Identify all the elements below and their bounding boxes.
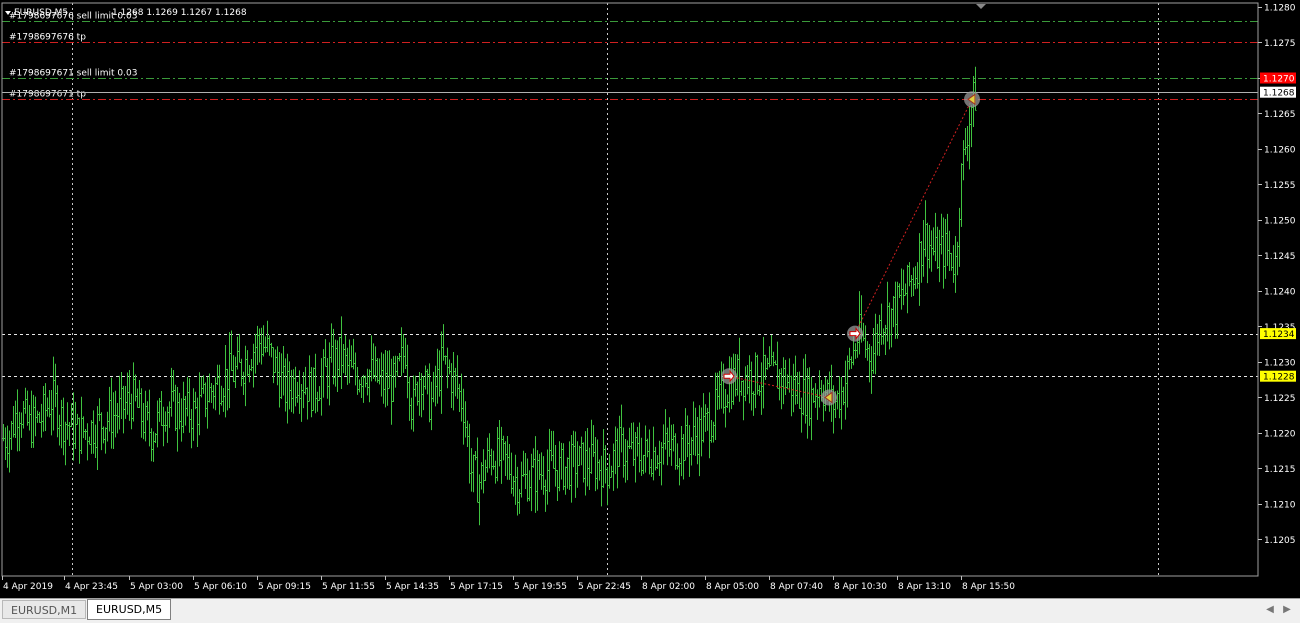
- time-tick-label: 8 Apr 13:10: [898, 582, 951, 592]
- symbol-header: EURUSD,M5: [14, 8, 68, 18]
- price-tick-label: 1.1250: [1264, 217, 1296, 227]
- order-line-label: #1798697671 sell limit 0.03: [9, 69, 137, 79]
- time-tick-label: 5 Apr 22:45: [578, 582, 631, 592]
- level-price-label: 1.1228: [1263, 373, 1295, 383]
- price-tick-label: 1.1280: [1264, 4, 1296, 14]
- time-tick-label: 5 Apr 19:55: [514, 582, 567, 592]
- tab-eurusd-m5[interactable]: EURUSD,M5: [87, 599, 171, 620]
- price-tick-label: 1.1240: [1264, 288, 1296, 298]
- time-tick-label: 8 Apr 15:50: [962, 582, 1015, 592]
- scroll-right-icon[interactable]: ▶: [1282, 603, 1292, 617]
- chart-tab-bar: EURUSD,M1 EURUSD,M5 ◀ ▶: [0, 598, 1300, 623]
- price-chart[interactable]: #1798697676 sell limit 0.03#1798697676 t…: [0, 0, 1300, 598]
- price-tick-label: 1.1210: [1264, 501, 1296, 511]
- bid-price-label: 1.1268: [1263, 89, 1295, 99]
- order-line-label: #1798697671 tp: [9, 90, 86, 100]
- price-tick-label: 1.1220: [1264, 430, 1296, 440]
- time-tick-label: 8 Apr 10:30: [834, 582, 887, 592]
- price-tick-label: 1.1245: [1264, 252, 1296, 262]
- trade-marker-icon: [847, 325, 863, 342]
- order-line-label: #1798697676 tp: [9, 33, 86, 43]
- time-tick-label: 5 Apr 14:35: [386, 582, 439, 592]
- time-tick-label: 5 Apr 09:15: [258, 582, 311, 592]
- time-tick-label: 4 Apr 2019: [3, 582, 53, 592]
- price-tick-label: 1.1225: [1264, 394, 1296, 404]
- time-tick-label: 5 Apr 11:55: [322, 582, 375, 592]
- time-tick-label: 8 Apr 02:00: [642, 582, 695, 592]
- price-tick-label: 1.1255: [1264, 181, 1296, 191]
- price-tick-label: 1.1215: [1264, 465, 1296, 475]
- time-tick-label: 8 Apr 05:00: [706, 582, 759, 592]
- time-tick-label: 5 Apr 17:15: [450, 582, 503, 592]
- chart-header: EURUSD,M5 1.1268 1.1269 1.1267 1.1268: [5, 8, 247, 18]
- scroll-left-icon[interactable]: ◀: [1265, 603, 1275, 617]
- price-tick-label: 1.1260: [1264, 146, 1296, 156]
- ask-price-label: 1.1270: [1263, 75, 1295, 85]
- tab-eurusd-m1[interactable]: EURUSD,M1: [2, 600, 86, 619]
- time-tick-label: 4 Apr 23:45: [65, 582, 118, 592]
- price-tick-label: 1.1205: [1264, 536, 1296, 546]
- time-tick-label: 5 Apr 03:00: [130, 582, 183, 592]
- time-tick-label: 8 Apr 07:40: [770, 582, 823, 592]
- trade-marker-icon: [721, 368, 737, 385]
- price-tick-label: 1.1230: [1264, 359, 1296, 369]
- trade-marker-icon: [964, 91, 980, 108]
- trade-marker-icon: [821, 389, 837, 406]
- level-price-label: 1.1234: [1263, 330, 1295, 340]
- ohlc-header: 1.1268 1.1269 1.1267 1.1268: [112, 8, 247, 18]
- time-tick-label: 5 Apr 06:10: [194, 582, 247, 592]
- price-tick-label: 1.1275: [1264, 39, 1296, 49]
- price-tick-label: 1.1265: [1264, 110, 1296, 120]
- chart-window[interactable]: #1798697676 sell limit 0.03 #1798697676 t…: [0, 0, 1300, 598]
